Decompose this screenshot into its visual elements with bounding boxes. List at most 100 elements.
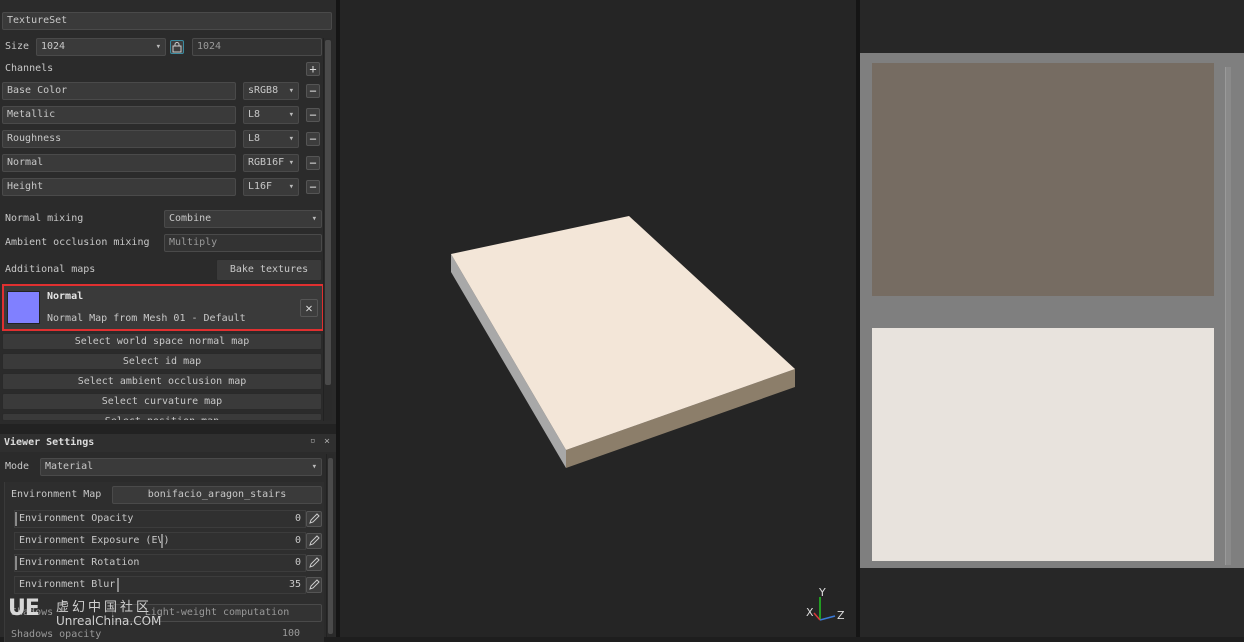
channels-label: Channels bbox=[5, 63, 54, 74]
add-channel-button[interactable]: + bbox=[306, 62, 320, 76]
channel-name-field[interactable]: Normal bbox=[2, 154, 236, 172]
environment-slider[interactable]: Environment Opacity 0 bbox=[14, 510, 306, 528]
mode-value: Material bbox=[45, 461, 94, 472]
channel-format: sRGB8 bbox=[248, 85, 279, 96]
float-panel-icon[interactable]: ▫ bbox=[310, 436, 315, 446]
remove-channel-button[interactable]: − bbox=[306, 132, 320, 146]
close-panel-icon[interactable]: × bbox=[324, 436, 330, 447]
slider-handle[interactable] bbox=[15, 556, 17, 570]
texture-set-scrollbar[interactable] bbox=[323, 38, 332, 421]
ao-mixing-label: Ambient occlusion mixing bbox=[5, 237, 150, 248]
size-dropdown[interactable]: 1024 bbox=[36, 38, 166, 56]
remove-channel-button[interactable]: − bbox=[306, 108, 320, 122]
close-icon: ✕ bbox=[305, 301, 313, 315]
normal-map-subtitle: Normal Map from Mesh 01 - Default bbox=[47, 313, 246, 324]
lock-icon bbox=[172, 42, 182, 53]
select-map-button[interactable]: Select world space normal map bbox=[2, 333, 322, 350]
axis-x-label: X bbox=[806, 606, 814, 619]
texture-set-header[interactable]: TextureSet bbox=[2, 12, 332, 30]
axis-z-label: Z bbox=[837, 609, 845, 622]
watermark-site: UnrealChina.COM bbox=[56, 614, 162, 628]
select-map-button[interactable]: Select position map bbox=[2, 413, 322, 421]
size-height-value: 1024 bbox=[197, 41, 222, 52]
slider-value: 0 bbox=[294, 557, 301, 568]
normal-map-card[interactable]: Normal Normal Map from Mesh 01 - Default… bbox=[2, 284, 324, 331]
channel-name: Normal bbox=[7, 157, 44, 168]
select-map-button[interactable]: Select id map bbox=[2, 353, 322, 370]
bake-textures-button[interactable]: Bake textures bbox=[216, 259, 322, 281]
remove-channel-button[interactable]: − bbox=[306, 180, 320, 194]
edit-slider-button[interactable] bbox=[306, 577, 322, 593]
normal-mixing-dropdown[interactable]: Combine bbox=[164, 210, 322, 228]
pencil-icon bbox=[309, 557, 320, 568]
minus-icon: − bbox=[309, 84, 317, 98]
watermark-logo: UE bbox=[8, 596, 40, 621]
normal-map-title: Normal bbox=[47, 291, 84, 302]
environment-slider[interactable]: Environment Rotation 0 bbox=[14, 554, 306, 572]
env-map-label: Environment Map bbox=[11, 489, 102, 500]
slider-handle[interactable] bbox=[117, 578, 119, 592]
env-map-field[interactable]: bonifacio_aragon_stairs bbox=[112, 486, 322, 504]
size-label: Size bbox=[5, 41, 30, 52]
pencil-icon bbox=[309, 579, 320, 590]
remove-channel-button[interactable]: − bbox=[306, 156, 320, 170]
box-top bbox=[451, 216, 795, 450]
env-map-value: bonifacio_aragon_stairs bbox=[147, 489, 287, 500]
slider-label: Environment Rotation bbox=[19, 557, 140, 568]
viewport-2d[interactable] bbox=[860, 0, 1244, 637]
edit-slider-button[interactable] bbox=[306, 555, 322, 571]
channel-name-field[interactable]: Metallic bbox=[2, 106, 236, 124]
axis-y-label: Y bbox=[818, 586, 826, 599]
texture-set-scroll-thumb[interactable] bbox=[325, 40, 331, 385]
edit-slider-button[interactable] bbox=[306, 511, 322, 527]
minus-icon: − bbox=[309, 180, 317, 194]
axis-gizmo: Y X Z bbox=[806, 586, 845, 622]
shadows-opacity-label: Shadows opacity bbox=[11, 629, 102, 640]
channel-format: L16F bbox=[248, 181, 273, 192]
channel-name-field[interactable]: Base Color bbox=[2, 82, 236, 100]
normal-mixing-label: Normal mixing bbox=[5, 213, 84, 224]
select-map-button[interactable]: Select curvature map bbox=[2, 393, 322, 410]
channel-format: L8 bbox=[248, 133, 261, 144]
viewport-3d[interactable]: Y X Z bbox=[340, 0, 856, 637]
environment-slider[interactable]: Environment Exposure (EV) 0 bbox=[14, 532, 306, 550]
remove-normal-map-button[interactable]: ✕ bbox=[300, 299, 318, 317]
slider-handle[interactable] bbox=[15, 512, 17, 526]
viewer-settings-title: Viewer Settings bbox=[4, 437, 95, 448]
channel-name-field[interactable]: Height bbox=[2, 178, 236, 196]
channel-format-dropdown[interactable]: L8 bbox=[243, 106, 299, 124]
channel-format-dropdown[interactable]: RGB16F bbox=[243, 154, 299, 172]
minus-icon: − bbox=[309, 108, 317, 122]
environment-slider[interactable]: Environment Blur 35 bbox=[14, 576, 306, 594]
pencil-icon bbox=[309, 513, 320, 524]
texture-set-header-label: TextureSet bbox=[7, 15, 68, 26]
mode-dropdown[interactable]: Material bbox=[40, 458, 322, 476]
additional-maps-label: Additional maps bbox=[5, 264, 96, 275]
uv-tile-upper bbox=[872, 63, 1214, 296]
channel-format-dropdown[interactable]: L16F bbox=[243, 178, 299, 196]
slider-handle[interactable] bbox=[161, 534, 163, 548]
lock-size-button[interactable] bbox=[170, 40, 184, 54]
channel-format-dropdown[interactable]: sRGB8 bbox=[243, 82, 299, 100]
plus-icon: + bbox=[309, 62, 317, 76]
texture-set-panel: TextureSet Size 1024 1024 Channels + Bas… bbox=[0, 0, 336, 642]
slider-value: 0 bbox=[294, 513, 301, 524]
viewer-settings-scroll-thumb[interactable] bbox=[328, 458, 333, 634]
remove-channel-button[interactable]: − bbox=[306, 84, 320, 98]
channel-name-field[interactable]: Roughness bbox=[2, 130, 236, 148]
size-height-field[interactable]: 1024 bbox=[192, 38, 322, 56]
slider-label: Environment Blur bbox=[19, 579, 116, 590]
normal-mixing-value: Combine bbox=[169, 213, 212, 224]
viewer-settings-scrollbar[interactable] bbox=[326, 454, 334, 637]
ao-mixing-field[interactable]: Multiply bbox=[164, 234, 322, 252]
slider-label: Environment Opacity bbox=[19, 513, 134, 524]
minus-icon: − bbox=[309, 156, 317, 170]
slider-value: 35 bbox=[288, 579, 301, 590]
minus-icon: − bbox=[309, 132, 317, 146]
size-dropdown-value: 1024 bbox=[41, 41, 66, 52]
select-map-button[interactable]: Select ambient occlusion map bbox=[2, 373, 322, 390]
channel-name: Metallic bbox=[7, 109, 56, 120]
watermark-cn-text: 虚幻中国社区 bbox=[56, 600, 153, 615]
edit-slider-button[interactable] bbox=[306, 533, 322, 549]
channel-format-dropdown[interactable]: L8 bbox=[243, 130, 299, 148]
